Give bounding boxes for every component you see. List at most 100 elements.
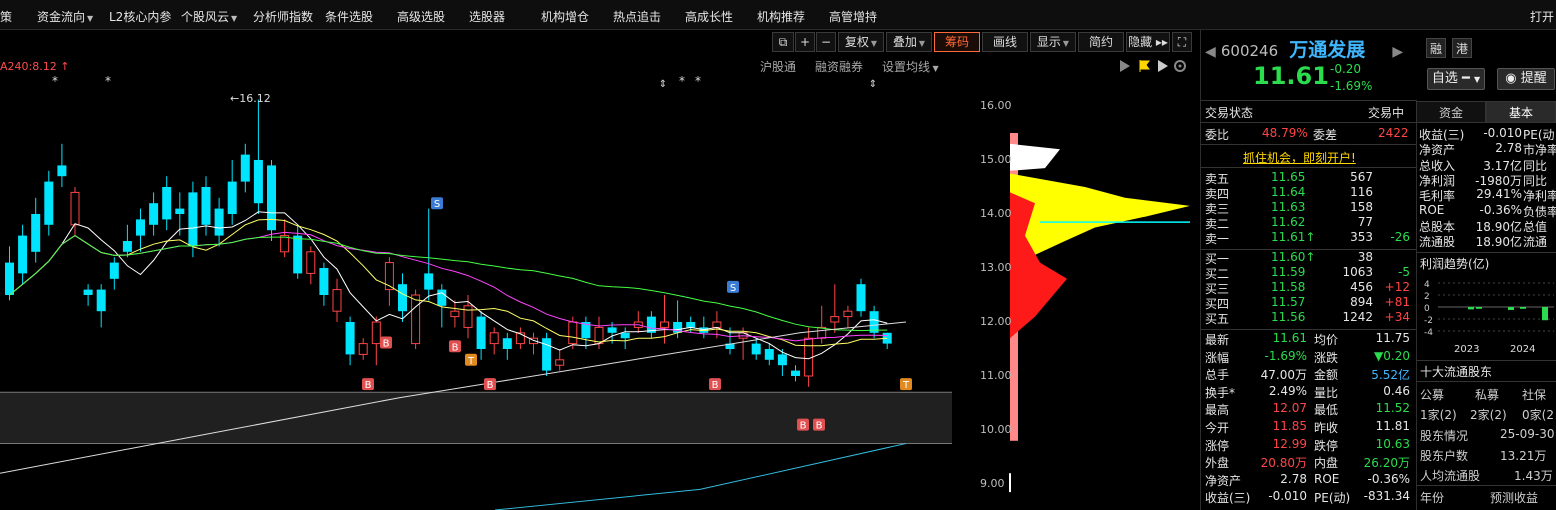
candlestick[interactable] [830,284,840,333]
margin-badge[interactable]: 融 [1426,38,1446,58]
candlestick[interactable] [358,338,368,360]
ask-row-price[interactable]: 11.65 [1271,170,1305,184]
zoom-out-icon[interactable]: − [816,32,836,52]
event-star-icon[interactable]: * [105,74,111,88]
candlestick[interactable] [555,349,565,371]
candlestick[interactable] [267,160,276,241]
candlestick[interactable] [149,192,159,236]
menu-item-inst-add[interactable]: 机构增仓 [541,8,589,25]
candlestick[interactable] [450,300,460,328]
candlestick[interactable] [633,311,643,333]
open-account-link[interactable]: 抓住机会，即刻开户! [1243,149,1356,166]
candlestick[interactable] [162,176,172,231]
candlestick[interactable] [345,316,355,366]
candlestick[interactable] [96,284,106,328]
candlestick[interactable] [384,257,394,306]
simple-button[interactable]: 简约 [1078,32,1124,52]
signal-b-marker[interactable]: B [449,340,461,353]
signal-s-marker[interactable]: S [431,197,443,210]
menu-item-capital-flow[interactable]: 资金流向 ▼ [37,8,93,25]
bid-row-price[interactable]: 11.56 [1271,310,1305,324]
tab-basic[interactable]: 基本 [1486,101,1556,123]
candlestick[interactable] [122,224,132,258]
menu-item-advanced-select[interactable]: 高级选股 [397,8,445,25]
ask-row-price[interactable]: 11.62 [1271,215,1305,229]
menu-item-condition-select[interactable]: 条件选股 [325,8,373,25]
alert-button[interactable]: ◉ 提醒 [1497,68,1555,90]
candlestick[interactable] [214,197,224,247]
candlestick[interactable] [869,305,879,339]
signal-b-marker[interactable]: B [709,378,721,391]
candlestick[interactable] [489,327,499,355]
event-star-icon[interactable]: * [52,74,58,88]
menu-item-inst-recommend[interactable]: 机构推荐 [757,8,805,25]
candlestick[interactable] [398,273,407,322]
chips-button[interactable]: 筹码 [934,32,980,52]
candlestick[interactable] [136,208,145,252]
ask-row-price[interactable]: 11.64 [1271,185,1305,199]
event-star-icon[interactable]: * [695,74,701,88]
candlestick[interactable] [306,246,316,285]
signal-b-marker[interactable]: B [362,378,374,391]
candlestick[interactable] [109,257,119,290]
ask-row-price[interactable]: 11.63 [1271,200,1305,214]
candlestick[interactable] [699,316,709,339]
candlestick[interactable] [44,170,54,236]
candlestick[interactable] [83,284,93,306]
candlestick[interactable] [843,305,853,328]
candlestick[interactable] [240,143,250,193]
draw-line-button[interactable]: 画线 [982,32,1028,52]
menu-item-exec-add[interactable]: 高管增持 [829,8,877,25]
signal-b-marker[interactable]: B [813,418,825,432]
menu-item-growth[interactable]: 高成长性 [685,8,733,25]
menu-item-selector[interactable]: 选股器 [469,8,505,25]
candlestick[interactable] [515,327,525,349]
candlestick[interactable] [542,332,552,376]
signal-s-marker[interactable]: S [727,280,739,294]
ask-row-price[interactable]: 11.61↑ [1271,230,1315,244]
event-arrow-icon[interactable]: ⇕ [869,79,877,90]
candlestick[interactable] [476,311,486,360]
candlestick[interactable] [18,224,28,285]
candlestick[interactable] [31,197,41,263]
candlestick[interactable] [253,99,263,214]
signal-b-marker[interactable]: B [484,378,496,391]
candlestick[interactable] [529,332,538,355]
display-dropdown[interactable]: 显示 ▼ [1030,32,1076,52]
menu-item-analyst-index[interactable]: 分析师指数 [253,8,313,25]
signal-b-marker[interactable]: B [797,418,809,432]
candlestick[interactable] [319,262,329,306]
candlestick[interactable] [581,316,591,349]
candlestick[interactable] [751,338,761,360]
tab-capital[interactable]: 资金 [1416,101,1486,123]
signal-t-marker[interactable]: T [900,378,912,391]
candlestick[interactable] [791,365,800,382]
candlestick[interactable] [856,278,866,317]
next-stock-icon[interactable]: ▶ [1392,44,1403,60]
candlestick[interactable] [57,143,67,187]
overlay-dropdown[interactable]: 叠加 ▼ [886,32,932,52]
adjust-dropdown[interactable]: 复权 ▼ [838,32,884,52]
candlestick[interactable] [424,208,434,301]
menu-item-hot[interactable]: 热点追击 [613,8,661,25]
menu-item-strategy[interactable]: 策 [0,8,12,25]
event-star-icon[interactable]: * [679,74,685,88]
menu-item-stock-news[interactable]: 个股风云 ▼ [181,8,237,25]
candlestick[interactable] [620,327,630,349]
bid-row-price[interactable]: 11.60↑ [1271,250,1315,264]
copy-icon[interactable]: ⧉ [772,32,794,52]
candlestick[interactable] [764,343,774,366]
bid-row-price[interactable]: 11.59 [1271,265,1305,279]
candlestick[interactable] [280,219,290,258]
menu-item-l2[interactable]: L2核心内参 [109,8,171,25]
candlestick[interactable] [371,316,381,366]
bid-row-price[interactable]: 11.57 [1271,295,1305,309]
bid-row-price[interactable]: 11.58 [1271,280,1305,294]
hide-button[interactable]: 隐藏 ▸▸ [1126,32,1170,52]
signal-b-marker[interactable]: B [380,336,392,350]
candlestick[interactable] [646,311,656,339]
candlestick[interactable] [502,332,512,360]
kline-chart[interactable]: B B B B B B B S S T T * * * * ⇕ ⇕ [0,54,952,510]
menu-item-open[interactable]: 打开 [1530,8,1554,25]
candlestick[interactable] [227,160,237,225]
